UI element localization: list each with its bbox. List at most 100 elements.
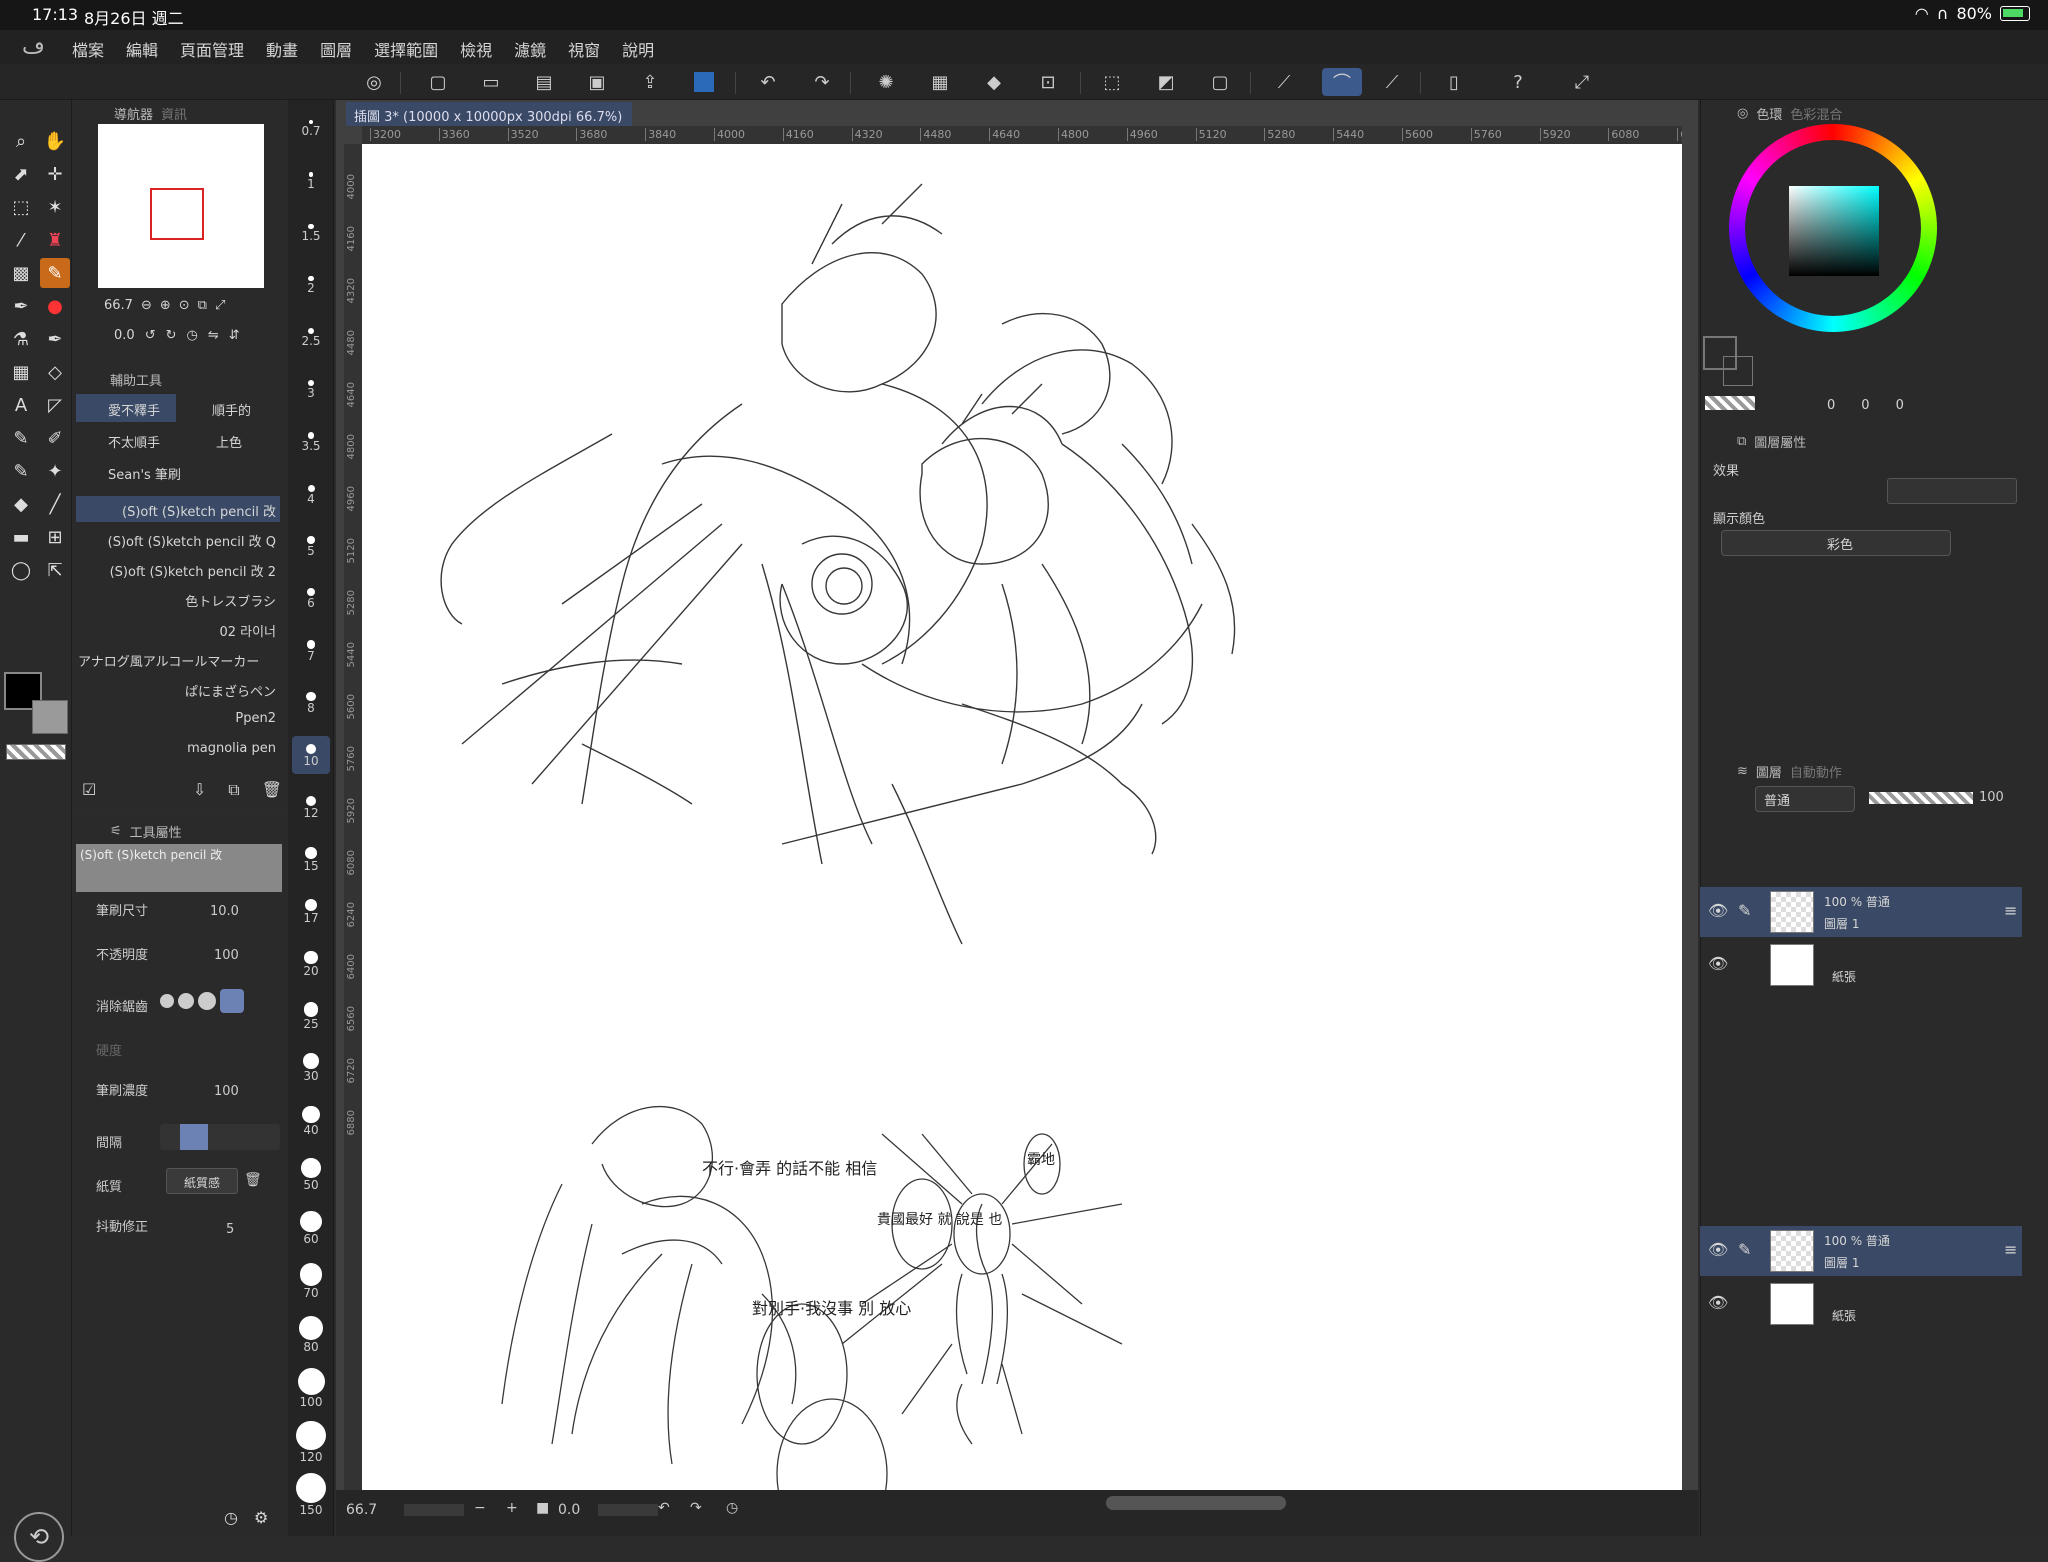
brush-item[interactable]: (S)oft (S)ketch pencil 改 2 (76, 556, 280, 582)
duplicate-icon[interactable]: ⧉ (228, 780, 239, 800)
color-square-icon[interactable] (690, 68, 718, 96)
bottom-angle-value[interactable]: 0.0 (558, 1502, 580, 1518)
brush-size-item[interactable]: 7 (292, 631, 330, 669)
app-logo-icon[interactable]: ڡ (22, 34, 45, 59)
layer-row[interactable]: 👁 ✎ 100 % 普通 圖層 1 ≡ (1700, 1226, 2022, 1276)
subtool-settings-icon[interactable]: ☑ (82, 780, 96, 800)
reset-angle-icon[interactable]: ◷ (726, 1500, 738, 1516)
edge-keyboard-icon[interactable]: ⟲ (14, 1512, 64, 1562)
menu-layer[interactable]: 圖層 (320, 37, 352, 61)
visibility-eye-icon[interactable]: 👁 (1708, 954, 1728, 973)
texture-tool-icon[interactable]: ▩ (6, 258, 36, 288)
rotate-ccw-icon[interactable]: ↶ (658, 1500, 670, 1516)
frame-tool-icon[interactable]: ▦ (6, 357, 36, 387)
tab-color-mix[interactable]: 色彩混合 (1790, 104, 1842, 123)
layer-menu-icon[interactable]: ≡ (2004, 901, 2017, 920)
rotate-right-icon[interactable]: ↻ (166, 328, 177, 343)
layer-menu-icon[interactable]: ≡ (2004, 1240, 2017, 1259)
figure-tool-icon[interactable]: ◸ (40, 390, 70, 420)
group-coloring[interactable]: 上色 (180, 426, 284, 454)
operation-icon[interactable]: ⇱ (40, 555, 70, 585)
fit-window-icon[interactable]: ⧉ (198, 298, 207, 313)
delete-icon[interactable]: 🗑 (262, 780, 282, 800)
tab-color-wheel[interactable]: 色環 (1756, 104, 1782, 123)
cake-icon[interactable]: ♜ (40, 225, 70, 255)
deselect-icon[interactable]: ⬚ (1098, 68, 1126, 96)
group-favorite[interactable]: 愛不釋手 (76, 394, 176, 422)
upload-icon[interactable]: ⇪ (636, 68, 664, 96)
rotation-value[interactable]: 0.0 (114, 328, 135, 343)
paper-texture-button[interactable]: 紙質感 (166, 1168, 238, 1194)
tab-layer[interactable]: 圖層 (1756, 762, 1782, 781)
brush-size-item[interactable]: 60 (292, 1209, 330, 1247)
brush-size-item[interactable]: 5 (292, 526, 330, 564)
move-tool-icon[interactable]: ✛ (40, 159, 70, 189)
visibility-eye-icon[interactable]: 👁 (1708, 1240, 1728, 1259)
reset-rotation-icon[interactable]: ◷ (187, 328, 198, 343)
zoom-value[interactable]: 66.7 (104, 298, 133, 313)
menu-filter[interactable]: 濾鏡 (514, 37, 546, 61)
redo-icon[interactable]: ↷ (808, 68, 836, 96)
opacity-slider[interactable] (1869, 792, 1973, 804)
line-tool-icon[interactable]: ╱ (40, 489, 70, 519)
transparent-swatch[interactable] (6, 744, 66, 760)
transparent-chip[interactable] (1705, 396, 1755, 410)
tab-navigator[interactable]: 導航器 (114, 104, 153, 123)
device-icon[interactable]: ▯ (1440, 68, 1468, 96)
clear-texture-icon[interactable]: 🗑 (244, 1172, 262, 1188)
brush-item[interactable]: 色トレスブラシ (76, 586, 280, 612)
zoom-tool-icon[interactable]: ⌕ (6, 126, 36, 156)
brush-size-item[interactable]: 2.5 (292, 316, 330, 354)
airbrush-icon[interactable]: ⚗ (6, 324, 36, 354)
stabilization-value[interactable]: 5 (226, 1222, 234, 1237)
menu-page[interactable]: 頁面管理 (180, 37, 244, 61)
expand-icon[interactable]: ⤢ (215, 298, 225, 313)
tab-info[interactable]: 資訊 (161, 104, 187, 123)
menu-selection[interactable]: 選擇範圍 (374, 37, 438, 61)
magic-wand-icon[interactable]: ✶ (40, 192, 70, 222)
bottom-zoom-value[interactable]: 66.7 (346, 1502, 377, 1518)
sparkle-icon[interactable]: ✦ (40, 456, 70, 486)
clip-studio-icon[interactable]: ◎ (360, 68, 388, 96)
fit-screen-icon[interactable]: ■ (536, 1500, 549, 1516)
eyedropper-icon[interactable]: ⁄ (6, 225, 36, 255)
brush-size-item[interactable]: 17 (292, 894, 330, 932)
text-tool-icon[interactable]: A (6, 390, 36, 420)
zoom-plus-icon[interactable]: + (506, 1500, 518, 1516)
brush-item[interactable]: 02 라이너 (76, 616, 280, 642)
lasso-icon[interactable]: ◯ (6, 555, 36, 585)
correction-icon[interactable]: ✎ (6, 456, 36, 486)
menu-edit[interactable]: 編輯 (126, 37, 158, 61)
blend-mode-select[interactable]: 普通 (1755, 786, 1855, 812)
brush-size-value[interactable]: 10.0 (210, 904, 239, 919)
brush-item[interactable]: Ppen2 (76, 706, 280, 732)
brush-snap-icon[interactable]: ⌒ (1322, 68, 1362, 96)
effect-buttons[interactable] (1887, 478, 2017, 504)
view-frame[interactable] (150, 188, 204, 240)
fit-icon[interactable]: ⊙ (179, 298, 190, 313)
brush-size-item[interactable]: 1 (292, 159, 330, 197)
brush-size-item[interactable]: 70 (292, 1261, 330, 1300)
pencil-tool-icon[interactable]: ✎ (40, 258, 70, 288)
zoom-minus-icon[interactable]: − (474, 1500, 486, 1516)
fill-icon[interactable]: ◆ (980, 68, 1008, 96)
brush-size-item[interactable]: 50 (292, 1156, 330, 1194)
undo-icon[interactable]: ↶ (754, 68, 782, 96)
menu-view[interactable]: 檢視 (460, 37, 492, 61)
antialias-weak[interactable] (178, 993, 194, 1009)
brush-size-item[interactable]: 120 (292, 1419, 330, 1464)
brush-item[interactable]: ぱにまざらペン (76, 676, 280, 702)
hand-tool-icon[interactable]: ✋ (40, 126, 70, 156)
ink-drop-icon[interactable]: ● (40, 291, 70, 321)
navigator-preview[interactable] (98, 124, 264, 288)
ruler-snap-icon[interactable]: ⟋ (1270, 68, 1298, 96)
pen-tool-icon[interactable]: ✒ (6, 291, 36, 321)
save-icon[interactable]: ▣ (583, 68, 611, 96)
visibility-eye-icon[interactable]: 👁 (1708, 1293, 1728, 1312)
flip-horizontal-icon[interactable]: ⇋ (208, 328, 219, 343)
rotate-left-icon[interactable]: ↺ (145, 328, 156, 343)
drawing-canvas[interactable]: 不行·會弄 的話不能 相信 對別手·我沒事 別 放心 貴國最好 就 說是 也 霸… (362, 144, 1682, 1550)
brush-size-item[interactable]: 80 (292, 1314, 330, 1354)
menu-window[interactable]: 視窗 (568, 37, 600, 61)
antialias-medium[interactable] (198, 992, 216, 1010)
